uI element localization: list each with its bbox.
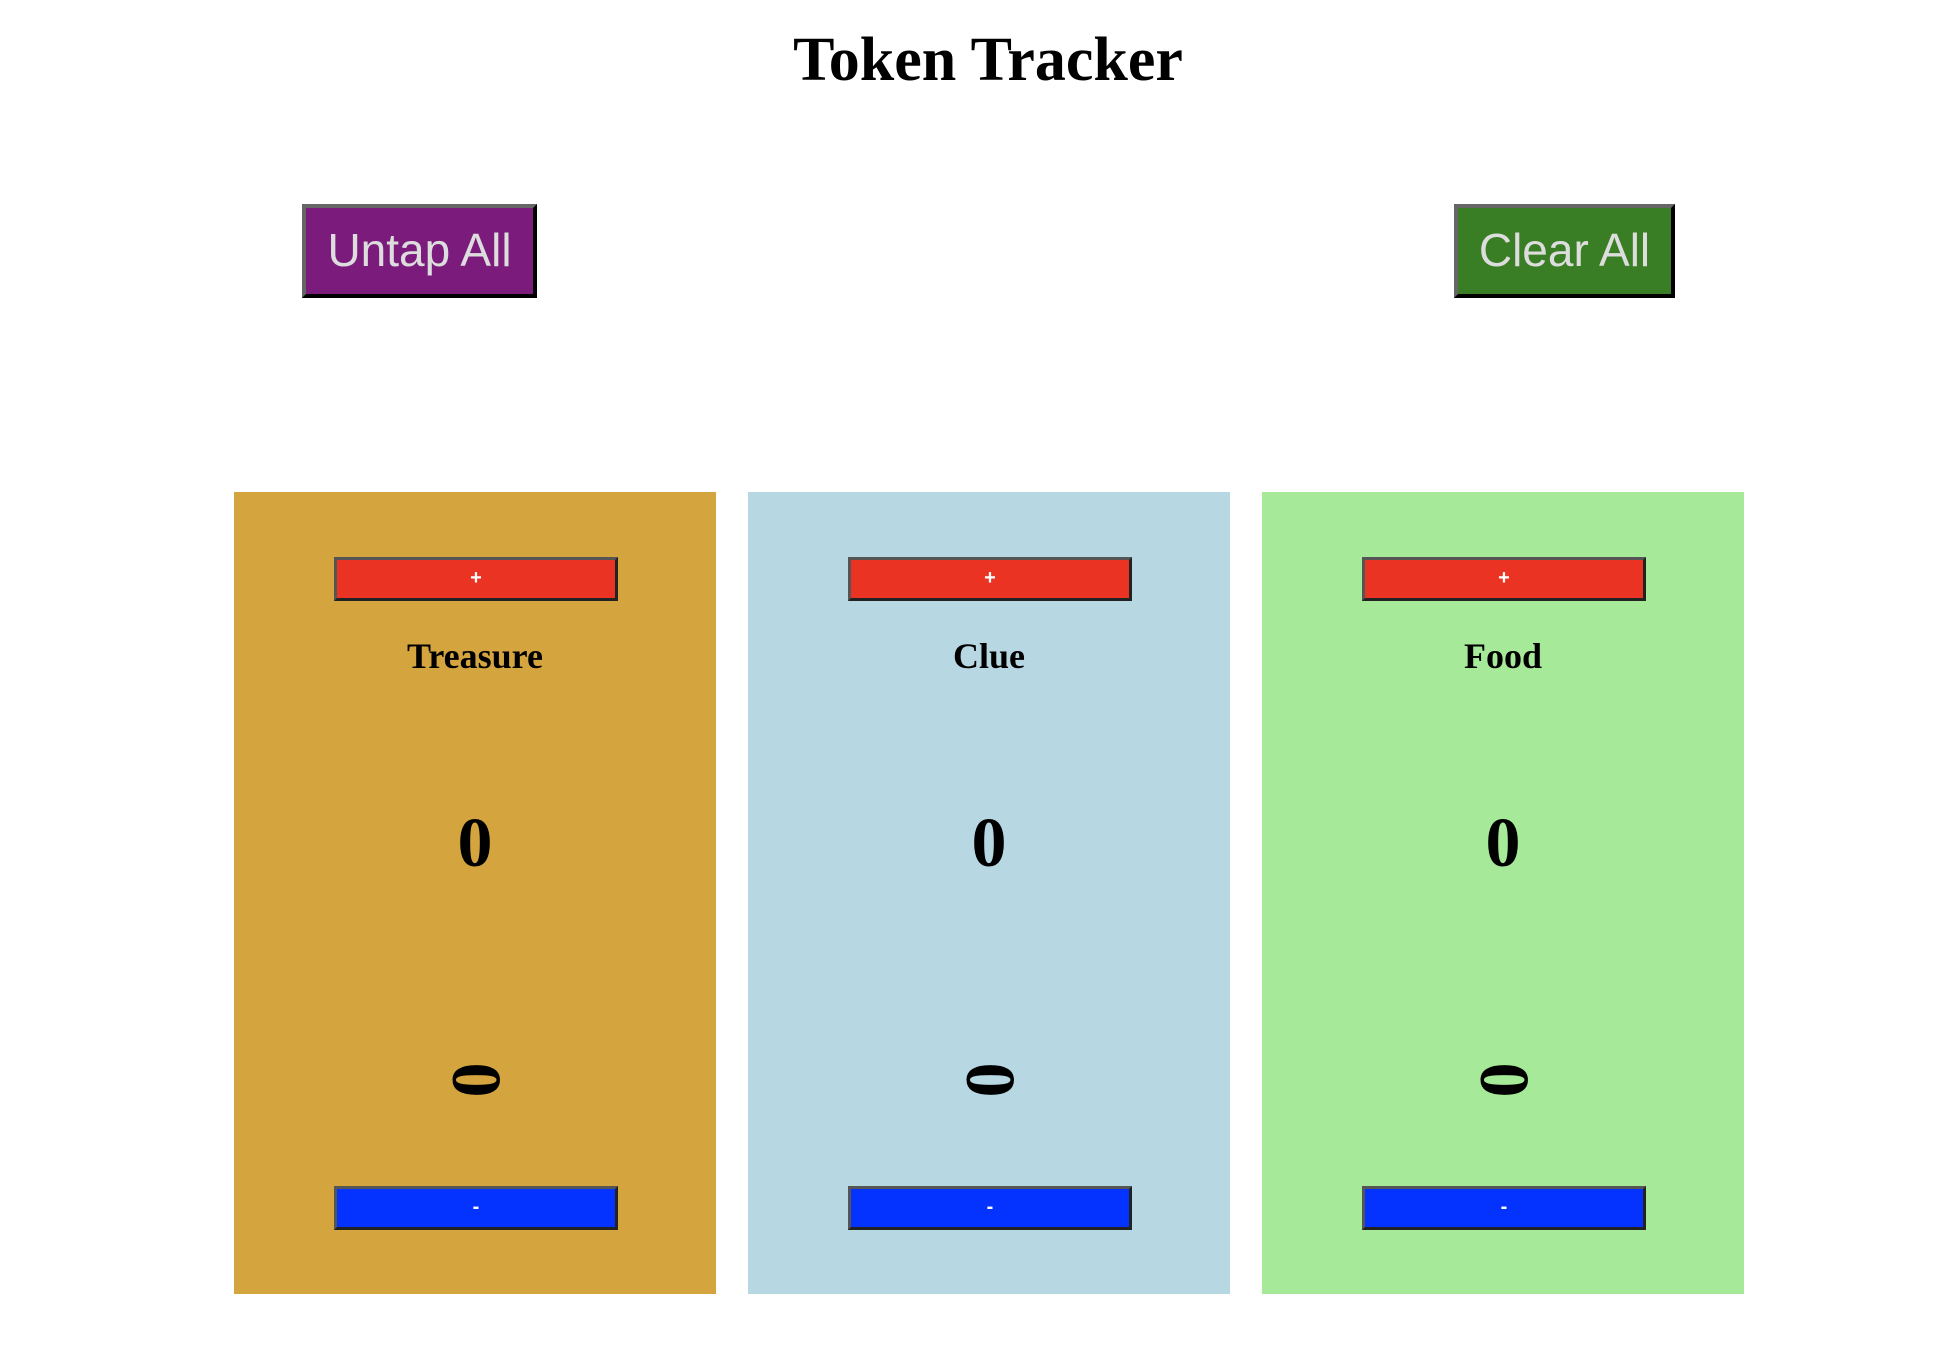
decrement-button[interactable]: - bbox=[334, 1186, 618, 1230]
untap-all-button[interactable]: Untap All bbox=[302, 204, 537, 298]
token-name: Treasure bbox=[407, 636, 543, 676]
increment-button[interactable]: + bbox=[848, 557, 1132, 601]
token-name: Food bbox=[1463, 636, 1542, 676]
token-panel-clue: + Clue 0 0 - bbox=[748, 492, 1230, 1294]
decrement-button[interactable]: - bbox=[1362, 1186, 1646, 1230]
tapped-count[interactable]: 0 bbox=[949, 839, 1029, 1321]
clear-all-button[interactable]: Clear All bbox=[1454, 204, 1675, 298]
page-title: Token Tracker bbox=[793, 26, 1183, 94]
increment-button[interactable]: + bbox=[334, 557, 618, 601]
increment-button[interactable]: + bbox=[1362, 557, 1646, 601]
token-name: Clue bbox=[953, 636, 1025, 676]
tapped-count[interactable]: 0 bbox=[435, 839, 515, 1321]
tapped-count[interactable]: 0 bbox=[1463, 839, 1543, 1321]
decrement-button[interactable]: - bbox=[848, 1186, 1132, 1230]
token-panel-food: + Food 0 0 - bbox=[1262, 492, 1744, 1294]
token-panel-treasure: + Treasure 0 0 - bbox=[234, 492, 716, 1294]
